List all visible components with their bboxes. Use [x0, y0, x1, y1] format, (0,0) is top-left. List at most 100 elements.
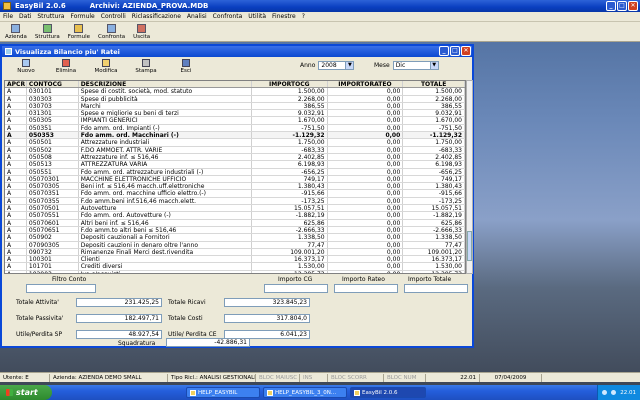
cell-totale[interactable]: 15.057,51 [403, 205, 465, 212]
cell-importorateo[interactable]: 0,00 [328, 197, 404, 205]
cell-importocg[interactable]: -1.129,32 [252, 132, 328, 139]
cell-importorateo[interactable]: 0,00 [328, 205, 404, 212]
table-row[interactable]: A 05070305 Beni inf. ≤ 516,46 macch.uff.el… [5, 183, 465, 191]
cell-apcr[interactable]: A [5, 263, 27, 270]
cell-descrizione[interactable]: Altri beni inf. ≤ 516,46 [79, 219, 252, 226]
scrollbar-thumb[interactable] [467, 231, 472, 261]
cell-importorateo[interactable]: 0,00 [328, 234, 404, 241]
cell-totale[interactable]: 2.268,00 [403, 95, 465, 102]
table-row[interactable]: A 030703 Marchi 386,55 0,00 386,55 [5, 102, 465, 111]
cell-importocg[interactable]: -2.666,33 [252, 226, 328, 234]
cell-contocg[interactable]: 05070305 [27, 183, 79, 190]
cell-importocg[interactable]: 1.750,00 [252, 139, 328, 146]
window-close-button[interactable]: ✕ [461, 46, 471, 56]
modifica-button[interactable]: Modifica [86, 59, 126, 74]
cell-importocg[interactable]: 1.380,43 [252, 183, 328, 190]
cell-descrizione[interactable]: Fdo amm. ord. macchine ufficio elettro.(… [79, 190, 252, 197]
cell-descrizione[interactable]: Fdo amm. ord. attrezzature industriali (… [79, 168, 252, 175]
table-row[interactable]: A 050305 IMPIANTI GENERICI 1.670,00 0,00 1.67… [5, 117, 465, 125]
cell-apcr[interactable]: A [5, 153, 27, 161]
cell-descrizione[interactable]: IMPIANTI GENERICI [79, 117, 252, 124]
cell-contocg[interactable]: 050502 [27, 146, 79, 153]
cell-descrizione[interactable]: Marchi [79, 102, 252, 110]
cell-contocg[interactable]: 090732 [27, 248, 79, 256]
header-apcr[interactable]: APCR [5, 81, 27, 88]
cell-totale[interactable]: -1.129,32 [403, 132, 465, 139]
cell-contocg[interactable]: 05070551 [27, 212, 79, 219]
cell-importocg[interactable]: 77,47 [252, 241, 328, 248]
cell-importorateo[interactable]: 0,00 [328, 212, 404, 219]
cell-totale[interactable]: 16.373,17 [403, 256, 465, 263]
cell-descrizione[interactable]: MACCHINE ELETTRONICHE UFFICIO [79, 175, 252, 183]
cell-contocg[interactable]: 07090305 [27, 241, 79, 248]
table-row[interactable]: A102903Iva c/acquisti12.385,730,0012.385… [5, 270, 465, 273]
cell-contocg[interactable]: 102903 [27, 270, 79, 273]
close-button[interactable]: ✕ [628, 1, 638, 11]
header-descrizione[interactable]: DESCRIZIONE [79, 81, 252, 88]
cell-importocg[interactable]: 2.402,85 [252, 153, 328, 161]
cell-importorateo[interactable]: 0,00 [328, 153, 404, 161]
tray-icon[interactable] [602, 390, 608, 395]
esci-button[interactable]: Esci [166, 59, 206, 74]
table-row[interactable]: A 05070301 MACCHINE ELETTRONICHE UFFICIO 74… [5, 175, 465, 184]
cell-importocg[interactable]: 1.500,00 [252, 88, 328, 95]
cell-descrizione[interactable]: Crediti diversi [79, 263, 252, 270]
grid-vertical-scrollbar[interactable] [466, 80, 473, 274]
cell-contocg[interactable]: 05070651 [27, 226, 79, 234]
menu-struttura[interactable]: Struttura [37, 13, 64, 20]
cell-descrizione[interactable]: F.DO AMMOET. ATTR. VARIE [79, 146, 252, 153]
cell-totale[interactable]: -656,25 [403, 168, 465, 175]
cell-apcr[interactable]: A [5, 175, 27, 183]
cell-descrizione[interactable]: Clienti [79, 256, 252, 263]
table-row[interactable]: A 05070601 Altri beni inf. ≤ 516,46 625,86 0… [5, 219, 465, 227]
cell-contocg[interactable]: 030303 [27, 95, 79, 102]
header-totale[interactable]: TOTALE [403, 81, 465, 88]
cell-apcr[interactable]: A [5, 197, 27, 205]
filtro-conto-input[interactable] [26, 284, 96, 293]
cell-totale[interactable]: 386,55 [403, 102, 465, 110]
cell-apcr[interactable]: A [5, 190, 27, 197]
cell-importorateo[interactable]: 0,00 [328, 95, 404, 102]
start-button[interactable]: start [0, 385, 52, 400]
cell-importocg[interactable]: 12.385,73 [252, 270, 328, 273]
cell-descrizione[interactable]: Depositi cauzionali a Fornitori [79, 234, 252, 241]
cell-totale[interactable]: 9.032,91 [403, 110, 465, 117]
cell-importocg[interactable]: 109.001,20 [252, 248, 328, 256]
cell-importorateo[interactable]: 0,00 [328, 146, 404, 153]
cell-apcr[interactable]: A [5, 88, 27, 95]
cell-importorateo[interactable]: 0,00 [328, 117, 404, 124]
cell-apcr[interactable]: A [5, 146, 27, 153]
cell-contocg[interactable]: 05070355 [27, 197, 79, 205]
cell-apcr[interactable]: A [5, 168, 27, 175]
cell-descrizione[interactable]: Spese di costit. società, mod. statuto [79, 88, 252, 95]
formule-button[interactable]: Formule [66, 24, 92, 41]
menu-riclassificazione[interactable]: Riclassificazione [132, 13, 181, 20]
cell-contocg[interactable]: 050305 [27, 117, 79, 124]
cell-apcr[interactable]: A [5, 183, 27, 190]
window-minimize-button[interactable]: _ [439, 46, 449, 56]
cell-totale[interactable]: 1.670,00 [403, 117, 465, 124]
task-help-easybil-3[interactable]: HELP_EASYBIL_3_0N... [263, 387, 347, 398]
cell-descrizione[interactable]: Autovetture [79, 205, 252, 212]
cell-importorateo[interactable]: 0,00 [328, 102, 404, 110]
cell-apcr[interactable]: A [5, 110, 27, 117]
importo-cg-input[interactable] [264, 284, 328, 293]
menu-utilita[interactable]: Utilità [248, 13, 266, 20]
cell-totale[interactable]: 2.402,85 [403, 153, 465, 161]
cell-descrizione[interactable]: ATTREZZATURA VARIA [79, 161, 252, 168]
confronta-button[interactable]: Confronta [96, 24, 127, 41]
cell-totale[interactable]: -915,66 [403, 190, 465, 197]
anno-select[interactable]: 2008 ▼ [318, 61, 355, 70]
cell-importocg[interactable]: -751,50 [252, 124, 328, 132]
cell-contocg[interactable]: 050353 [27, 132, 79, 139]
azienda-button[interactable]: Azienda [3, 24, 29, 41]
cell-contocg[interactable]: 05070601 [27, 219, 79, 226]
cell-importocg[interactable]: -656,25 [252, 168, 328, 175]
cell-descrizione[interactable]: Attrezzature industriali [79, 139, 252, 146]
table-row[interactable]: A 050513 ATTREZZATURA VARIA 6.198,93 0,00 6.1… [5, 161, 465, 169]
cell-importocg[interactable]: -173,25 [252, 197, 328, 205]
cell-importorateo[interactable]: 0,00 [328, 219, 404, 226]
cell-descrizione[interactable]: Spese e migliorie su beni di terzi [79, 110, 252, 117]
menu-dati[interactable]: Dati [19, 13, 31, 20]
cell-totale[interactable]: 6.198,93 [403, 161, 465, 168]
